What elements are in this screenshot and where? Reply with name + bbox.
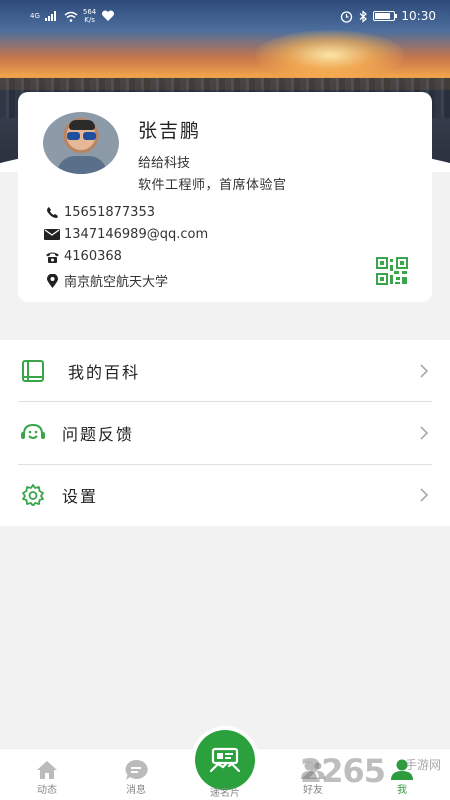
telephone-number: 4160368	[64, 249, 122, 264]
avatar-hair	[69, 120, 95, 130]
tab-feed[interactable]: 动态	[17, 759, 77, 796]
tab-label-feed: 动态	[37, 785, 57, 796]
bluetooth-icon	[360, 9, 368, 23]
profile-card[interactable]: 张吉鹏 给给科技 软件工程师，首席体验官 15651877353 1347146…	[18, 92, 432, 302]
headset-icon	[20, 420, 46, 446]
me-icon	[390, 759, 414, 781]
location-pin-icon	[44, 273, 60, 288]
wifi-icon	[64, 11, 78, 22]
battery-icon	[373, 11, 398, 21]
battery-level	[375, 13, 391, 19]
telephone-icon	[44, 250, 60, 264]
chevron-right-icon	[420, 426, 429, 440]
gear-icon	[20, 482, 46, 508]
signal-icon	[44, 11, 56, 21]
tab-label-friends: 好友	[303, 785, 323, 796]
speed-value: 564	[82, 8, 97, 16]
menu-label-settings: 设置	[62, 487, 99, 506]
tab-me[interactable]: 我	[372, 759, 432, 796]
tab-label-me: 我	[397, 785, 407, 796]
address-text: 南京航空航天大学	[64, 275, 169, 290]
card-share-icon	[209, 747, 241, 773]
email-address: 1347146989@qq.com	[64, 227, 209, 242]
menu-item-wiki[interactable]: 我的百科	[0, 340, 450, 402]
tab-label-send-card: 递名片	[210, 788, 240, 799]
send-card-button[interactable]	[195, 730, 255, 790]
mail-icon	[44, 228, 60, 242]
profile-name: 张吉鹏	[138, 120, 202, 142]
book-icon	[20, 358, 46, 384]
heart-icon	[102, 10, 115, 21]
phone-number: 15651877353	[64, 205, 155, 220]
telephone-row[interactable]: 4160368	[44, 249, 122, 264]
tab-friends[interactable]: 好友	[283, 759, 343, 796]
menu-label-feedback: 问题反馈	[62, 425, 135, 444]
tab-messages[interactable]: 消息	[106, 759, 166, 796]
address-row[interactable]: 南京航空航天大学	[44, 271, 168, 290]
chevron-right-icon	[420, 364, 429, 378]
phone-row[interactable]: 15651877353	[44, 205, 155, 220]
menu-label-wiki: 我的百科	[68, 363, 141, 382]
alarm-icon	[341, 10, 353, 23]
email-row[interactable]: 1347146989@qq.com	[44, 227, 208, 242]
settings-menu: 我的百科 问题反馈 设置	[0, 340, 450, 526]
status-bar: 4G 564 K/s 10:30	[0, 0, 450, 32]
chevron-right-icon	[420, 488, 429, 502]
avatar-glasses	[67, 132, 97, 140]
home-icon	[35, 759, 59, 781]
friends-icon	[300, 759, 326, 781]
speed-unit: K/s	[84, 16, 95, 24]
avatar-shirt	[57, 156, 107, 174]
profile-company: 给给科技	[138, 156, 191, 171]
menu-item-feedback[interactable]: 问题反馈	[0, 402, 450, 464]
sunset-glow	[255, 30, 405, 80]
network-type: 4G	[30, 11, 40, 20]
menu-item-settings[interactable]: 设置	[0, 464, 450, 526]
phone-icon	[44, 206, 60, 220]
clock: 10:30	[401, 9, 436, 23]
profile-title: 软件工程师，首席体验官	[138, 178, 287, 193]
message-icon	[124, 759, 148, 781]
qr-code-icon[interactable]	[376, 257, 408, 285]
network-speed: 564 K/s	[83, 8, 96, 24]
avatar[interactable]	[43, 112, 119, 174]
tab-label-messages: 消息	[126, 785, 146, 796]
